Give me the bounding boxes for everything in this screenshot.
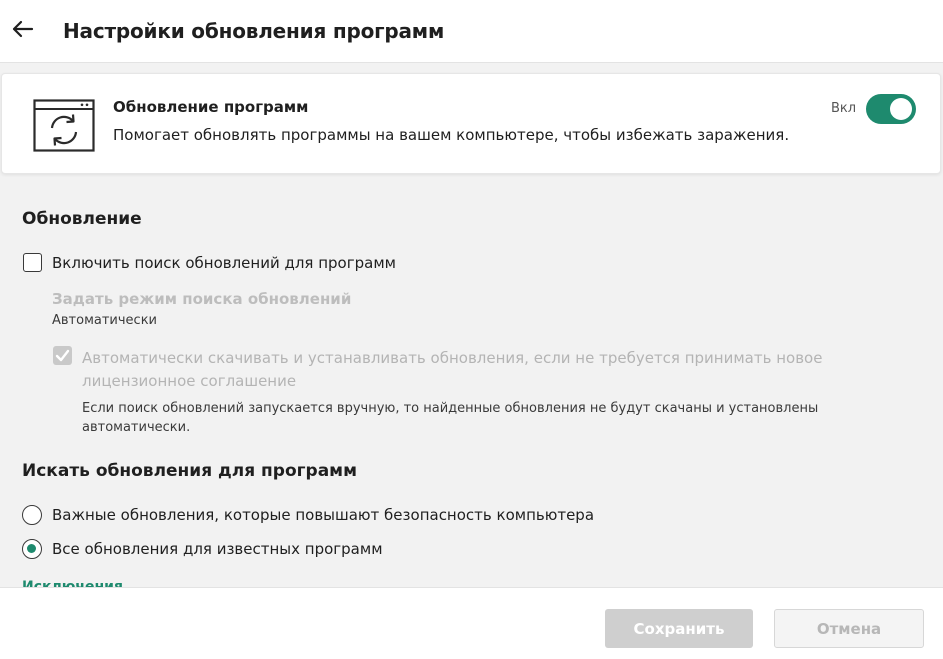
radio-selected-dot <box>27 544 36 553</box>
radio-important-updates-label[interactable]: Важные обновления, которые повышают безо… <box>52 506 594 524</box>
footer: Сохранить Отмена <box>0 587 943 659</box>
feature-description: Помогает обновлять программы на вашем ко… <box>113 126 790 144</box>
radio-all-updates[interactable] <box>22 539 42 559</box>
auto-install-checkbox[interactable] <box>53 346 72 365</box>
exclusions-link[interactable]: Исключения <box>22 578 123 587</box>
enable-search-checkbox[interactable] <box>23 253 42 272</box>
save-button[interactable]: Сохранить <box>605 609 753 648</box>
search-mode-value: Автоматически <box>52 313 158 328</box>
arrow-left-icon <box>12 20 34 38</box>
back-button[interactable] <box>10 16 36 42</box>
update-section-title: Обновление <box>22 209 142 229</box>
toggle-state-label: Вкл <box>831 101 857 116</box>
cancel-button[interactable]: Отмена <box>774 609 924 648</box>
feature-toggle[interactable] <box>866 94 916 124</box>
header: Настройки обновления программ <box>0 0 943 63</box>
search-mode-label: Задать режим поиска обновлений <box>52 290 352 308</box>
enable-search-label[interactable]: Включить поиск обновлений для программ <box>52 254 396 272</box>
manual-search-note: Если поиск обновлений запускается вручну… <box>82 401 819 435</box>
search-section-title: Искать обновления для программ <box>22 461 357 481</box>
feature-card: Обновление программ Помогает обновлять п… <box>1 73 941 174</box>
auto-install-label: Автоматически скачивать и устанавливать … <box>82 349 823 390</box>
radio-important-updates[interactable] <box>22 505 42 525</box>
window-refresh-icon <box>33 99 95 152</box>
feature-title: Обновление программ <box>113 98 309 116</box>
checkmark-icon <box>55 349 70 362</box>
toggle-knob <box>890 98 912 120</box>
page-title: Настройки обновления программ <box>63 19 445 43</box>
radio-all-updates-label[interactable]: Все обновления для известных программ <box>52 540 383 558</box>
